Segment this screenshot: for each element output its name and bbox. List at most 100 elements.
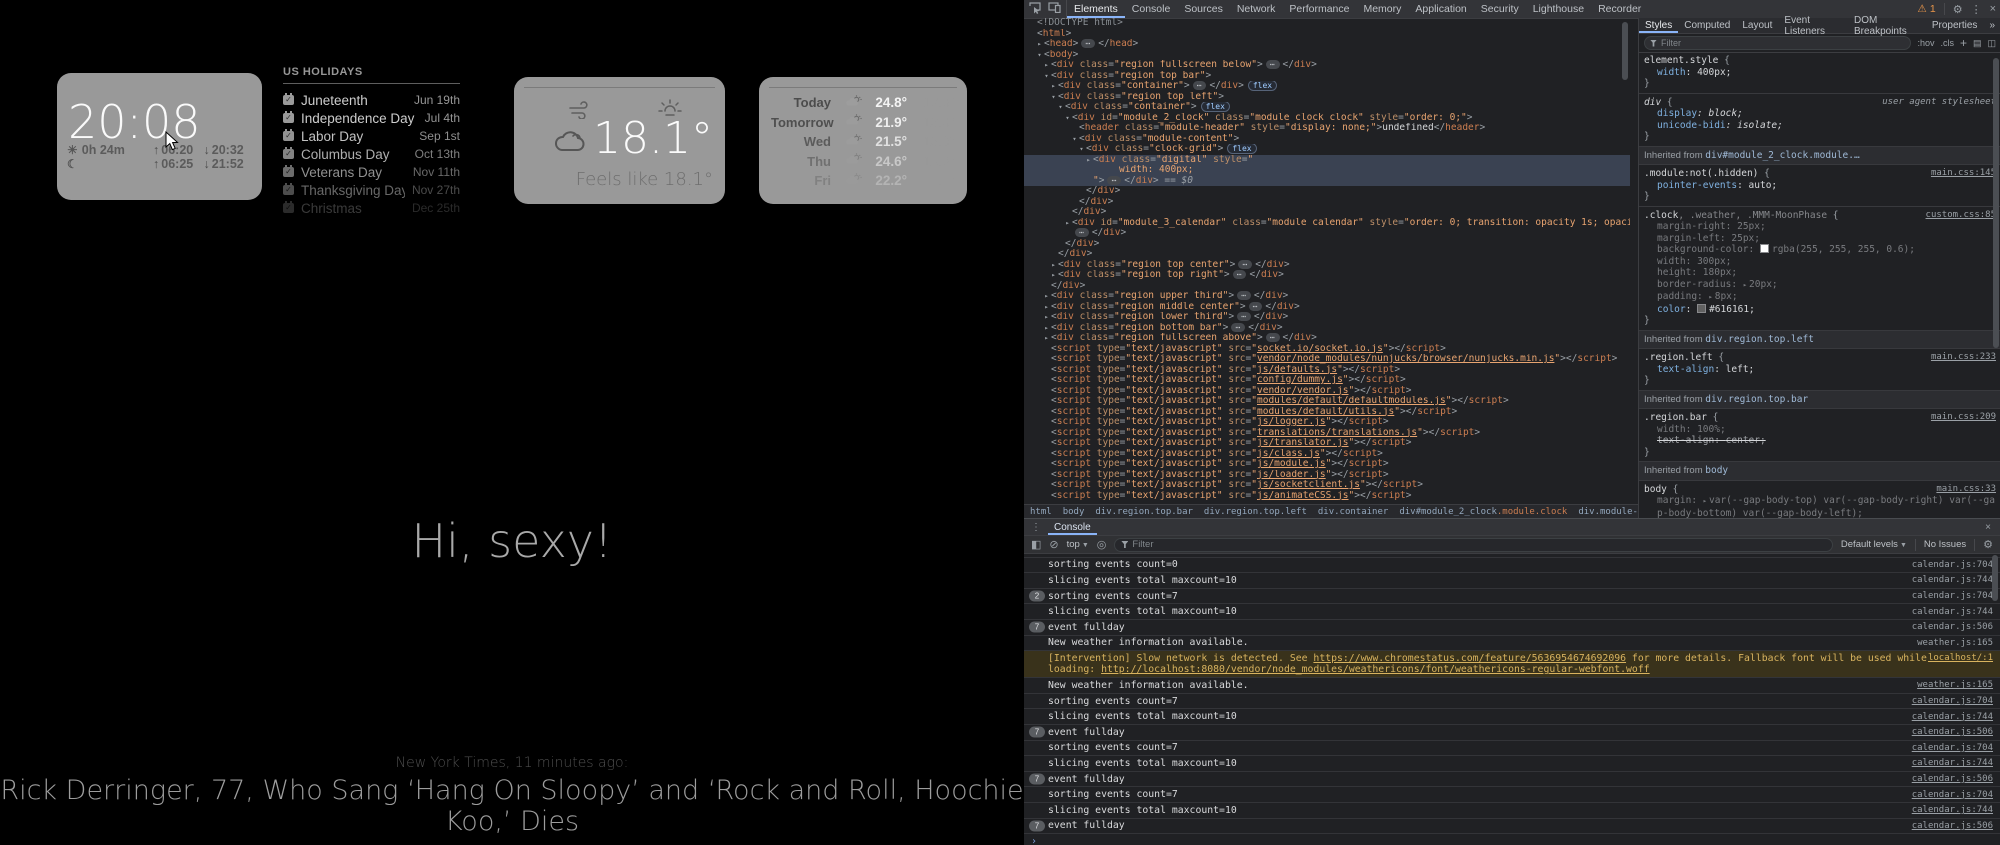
toggle-hov-button[interactable]: :hov — [1917, 38, 1934, 48]
tree-toggle-arrow-icon[interactable]: ▾ — [1042, 71, 1051, 82]
css-property[interactable]: color: #616161; — [1644, 304, 1996, 316]
flex-badge[interactable]: flex — [1248, 81, 1277, 91]
breadcrumb-item[interactable]: div.container — [1318, 507, 1388, 517]
css-property[interactable]: margin-right: 25px; — [1644, 221, 1996, 233]
tree-toggle-arrow-icon[interactable]: ▸ — [1049, 81, 1058, 92]
console-source-link[interactable]: weather.js:165 — [1907, 680, 1993, 690]
css-property[interactable]: height: 180px; — [1644, 267, 1996, 279]
tree-toggle-arrow-icon[interactable]: ▸ — [1042, 60, 1051, 71]
inherited-element-link[interactable]: div.region.top.left — [1705, 334, 1814, 345]
tab-recorder[interactable]: Recorder — [1591, 0, 1648, 18]
tab-memory[interactable]: Memory — [1356, 0, 1408, 18]
tab-console[interactable]: Console — [1125, 0, 1178, 18]
elements-tree-row[interactable]: <script type="text/javascript" src="sock… — [1024, 344, 1630, 355]
elements-tree-row[interactable]: <script type="text/javascript" src="vend… — [1024, 386, 1630, 397]
expand-ellipsis-badge[interactable]: ⋯ — [1237, 291, 1251, 300]
elements-tree-row[interactable]: <script type="text/javascript" src="js/t… — [1024, 438, 1630, 449]
elements-tree-row[interactable]: ▸<div class="region lower third">⋯</div> — [1024, 312, 1630, 323]
elements-tree-row[interactable]: ▾<div class="container">flex — [1024, 102, 1630, 113]
elements-tree-row[interactable]: ▸<div class="region middle center">⋯</di… — [1024, 302, 1630, 313]
elements-scrollbar[interactable] — [1622, 22, 1628, 80]
elements-tree-row[interactable]: ▸<head>⋯</head> — [1024, 39, 1630, 50]
log-levels-selector[interactable]: Default levels▼ — [1841, 539, 1907, 550]
breadcrumb-item[interactable]: html — [1030, 507, 1052, 517]
breadcrumb-item[interactable]: div#module_2_clock.module.clock — [1399, 507, 1567, 517]
elements-tree-row[interactable]: ▾<div class="module-content"> — [1024, 134, 1630, 145]
console-source-link[interactable]: calendar.js:744 — [1902, 575, 1993, 585]
elements-tree-row[interactable]: </div> — [1024, 281, 1630, 292]
close-drawer-icon[interactable]: × — [1976, 519, 2000, 535]
elements-tree-row[interactable]: ▸<div id="module_3_calendar" class="modu… — [1024, 218, 1630, 229]
context-selector[interactable]: top▼ — [1067, 539, 1089, 550]
elements-tree-row[interactable]: <script type="text/javascript" src="js/a… — [1024, 491, 1630, 502]
toggle-cls-button[interactable]: .cls — [1940, 38, 1954, 48]
inherited-element-link[interactable]: div#module_2_clock.module.… — [1705, 150, 1859, 161]
flex-badge[interactable]: flex — [1201, 102, 1230, 112]
elements-tree-row[interactable]: <script type="text/javascript" src="modu… — [1024, 407, 1630, 418]
sidebar-tab-properties[interactable]: Properties — [1926, 18, 1984, 33]
tree-toggle-arrow-icon[interactable]: ▾ — [1056, 102, 1065, 113]
warning-link[interactable]: http://localhost:8080/vendor/node_module… — [1101, 664, 1650, 675]
elements-tree-row[interactable]: ▸<div class="region top right">⋯</div> — [1024, 270, 1630, 281]
console-source-link[interactable]: calendar.js:506 — [1902, 774, 1993, 784]
color-swatch[interactable] — [1760, 244, 1769, 253]
css-property[interactable]: width: 400px; — [1644, 67, 1996, 79]
expand-ellipsis-badge[interactable]: ⋯ — [1233, 270, 1247, 279]
elements-tree-row[interactable]: ▸<div class="region fullscreen above">⋯<… — [1024, 333, 1630, 344]
console-source-link[interactable]: calendar.js:506 — [1902, 821, 1993, 831]
eye-icon[interactable]: ◎ — [1097, 538, 1107, 551]
elements-tree-row[interactable]: </div> — [1024, 186, 1630, 197]
elements-tree-row[interactable]: ▸<div class="container">⋯</div>flex — [1024, 81, 1630, 92]
stylesheet-source-link[interactable]: main.css:233 — [1931, 352, 1996, 364]
console-source-link[interactable]: calendar.js:704 — [1902, 591, 1993, 601]
console-source-link[interactable]: localhost/:1 — [1928, 653, 1993, 663]
inspect-element-icon[interactable] — [1029, 2, 1041, 17]
kebab-menu-icon[interactable]: ⋮ — [1971, 3, 1982, 16]
elements-tree-row[interactable]: ▸<div class="region upper third">⋯</div> — [1024, 291, 1630, 302]
tree-toggle-arrow-icon[interactable]: ▾ — [1077, 144, 1086, 155]
css-property[interactable]: border-radius: ▸20px; — [1644, 279, 1996, 292]
console-filter-input[interactable]: Filter — [1114, 538, 1833, 552]
expand-ellipsis-badge[interactable]: ⋯ — [1081, 39, 1095, 48]
tree-toggle-arrow-icon[interactable]: ▸ — [1042, 291, 1051, 302]
tree-toggle-arrow-icon[interactable]: ▸ — [1035, 39, 1044, 50]
elements-tree-row[interactable]: <header class="module-header" style="dis… — [1024, 123, 1630, 134]
expand-ellipsis-badge[interactable]: ⋯ — [1107, 176, 1121, 185]
css-property[interactable]: unicode-bidi: isolate; — [1644, 120, 1996, 132]
settings-gear-icon[interactable]: ⚙ — [1953, 3, 1963, 16]
tree-toggle-arrow-icon[interactable]: ▸ — [1042, 312, 1051, 323]
elements-tree-row[interactable]: ▸<div class="region top center">⋯</div> — [1024, 260, 1630, 271]
elements-tree-row[interactable]: <script type="text/javascript" src="js/m… — [1024, 459, 1630, 470]
tree-toggle-arrow-icon[interactable]: ▾ — [1063, 113, 1072, 124]
expand-ellipsis-badge[interactable]: ⋯ — [1238, 260, 1252, 269]
console-source-link[interactable]: calendar.js:704 — [1902, 560, 1993, 570]
color-swatch[interactable] — [1697, 304, 1706, 313]
sidebar-tab-styles[interactable]: Styles — [1639, 18, 1678, 33]
tree-toggle-arrow-icon[interactable]: ▸ — [1063, 218, 1072, 229]
css-property[interactable]: text-align: left; — [1644, 364, 1996, 376]
css-property[interactable]: margin-left: 25px; — [1644, 233, 1996, 245]
console-sidebar-icon[interactable]: ◧ — [1031, 538, 1041, 551]
expand-ellipsis-badge[interactable]: ⋯ — [1237, 312, 1251, 321]
elements-tree-row[interactable]: <script type="text/javascript" src="vend… — [1024, 354, 1630, 365]
expand-ellipsis-badge[interactable]: ⋯ — [1249, 302, 1263, 311]
stylesheet-source-link[interactable]: main.css:33 — [1936, 484, 1996, 496]
elements-tree-row[interactable]: <script type="text/javascript" src="js/d… — [1024, 365, 1630, 376]
tab-security[interactable]: Security — [1474, 0, 1526, 18]
elements-tree-row[interactable]: <script type="text/javascript" src="js/l… — [1024, 470, 1630, 481]
tree-toggle-arrow-icon[interactable]: ▸ — [1042, 333, 1051, 344]
sidebar-tab-dom-breakpoints[interactable]: DOM Breakpoints — [1848, 18, 1926, 33]
issues-counter[interactable]: No Issues — [1924, 539, 1966, 550]
tree-toggle-arrow-icon[interactable]: ▸ — [1049, 270, 1058, 281]
console-scrollbar[interactable] — [1992, 555, 1998, 601]
clear-console-icon[interactable]: ⊘ — [1049, 538, 1058, 551]
elements-tree-row[interactable]: ⋯</div> — [1024, 228, 1630, 239]
css-property[interactable]: padding: ▸8px; — [1644, 291, 1996, 304]
inherited-element-link[interactable]: body — [1705, 465, 1728, 476]
expand-ellipsis-badge[interactable]: ⋯ — [1193, 81, 1207, 90]
sidebar-tab-computed[interactable]: Computed — [1678, 18, 1736, 33]
console-source-link[interactable]: calendar.js:744 — [1902, 712, 1993, 722]
tree-toggle-arrow-icon[interactable]: ▸ — [1049, 260, 1058, 271]
breadcrumb-item[interactable]: div.region.top.left — [1204, 507, 1307, 517]
styles-scrollbar[interactable] — [1993, 58, 1999, 348]
